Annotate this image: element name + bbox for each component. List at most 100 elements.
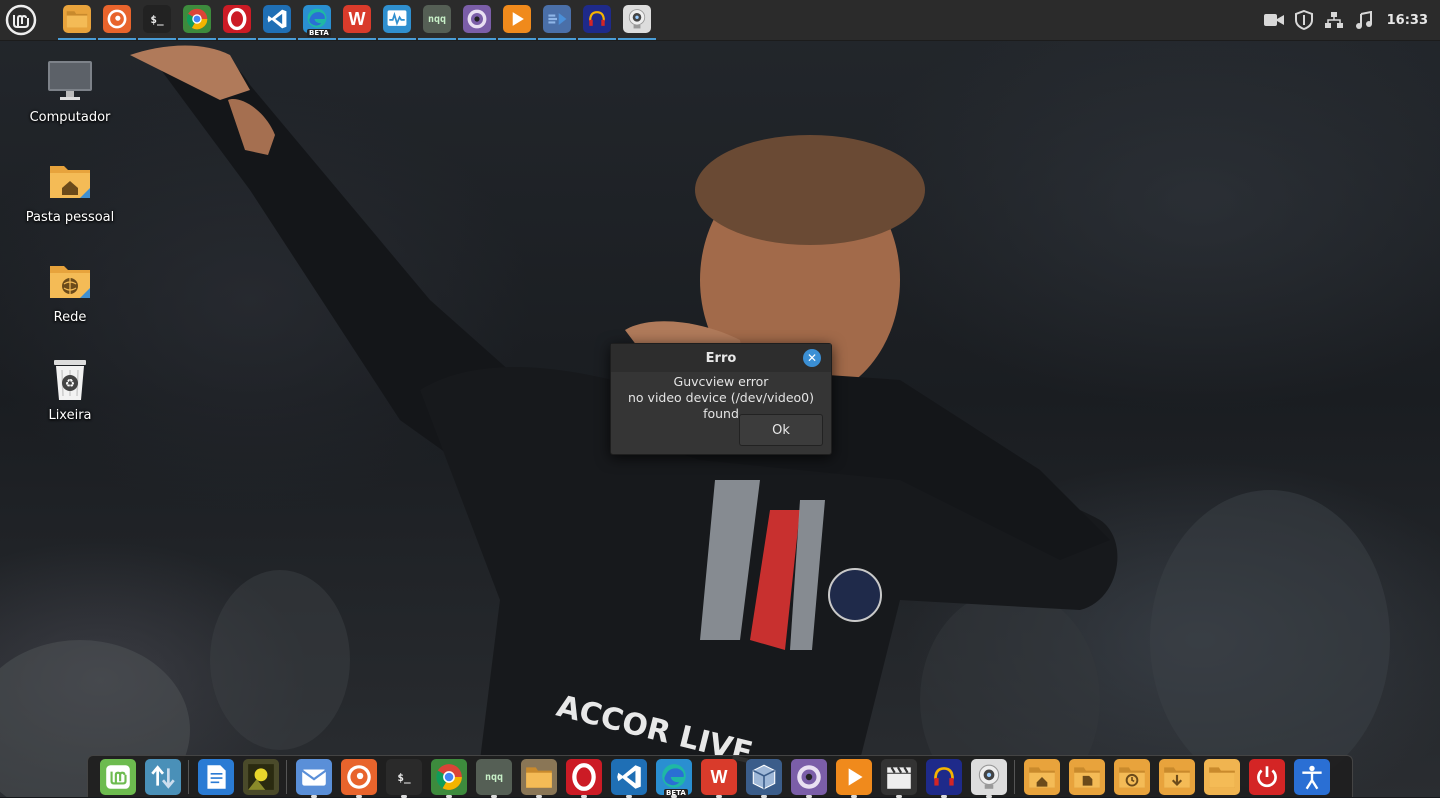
desktop-icon-trash[interactable]: ♻ Lixeira [15,356,125,423]
launcher-firefox[interactable] [98,0,136,40]
dock-item-vlc-player[interactable] [836,759,872,798]
launcher-vscode[interactable] [258,0,296,40]
dock-item-edge-beta[interactable]: BETA [656,759,692,798]
launcher-guvcview[interactable] [618,0,656,40]
dock-item-documents-folder[interactable] [1069,759,1105,795]
dock-item-downloads-folder[interactable] [1159,759,1195,795]
folder-icon [63,5,91,33]
dock-item-opera[interactable] [566,759,602,798]
recent-folder-icon [1117,762,1147,792]
desktop-icon-label: Rede [53,310,87,325]
downloads-folder-icon [1162,762,1192,792]
folder-icon [524,762,554,792]
dock-separator [286,760,287,794]
power-icon [1252,762,1282,792]
dock-item-home-folder[interactable] [1024,759,1060,795]
audio-icon [543,5,571,33]
document-icon [201,762,231,792]
camera-icon[interactable] [1263,9,1285,31]
dock-separator [1014,760,1015,794]
clapper-icon [884,762,914,792]
webcam-icon [623,5,651,33]
webcamoid-icon [794,762,824,792]
launcher-files[interactable] [58,0,96,40]
dock-item-nqq[interactable]: nqq [476,759,512,798]
folder-icon [1207,762,1237,792]
dock-item-webcamoid[interactable] [791,759,827,798]
dock-separator [188,760,189,794]
ok-button[interactable]: Ok [739,414,823,446]
edge-beta-icon [659,762,689,792]
dock-item-chrome[interactable] [431,759,467,798]
monitor-icon [383,5,411,33]
dock-item-files[interactable] [521,759,557,798]
launcher-wps-office[interactable]: W [338,0,376,40]
network-icon[interactable] [1323,9,1345,31]
dock-item-recent-folder[interactable] [1114,759,1150,795]
computer-icon [46,58,94,106]
home-folder-icon [1027,762,1057,792]
launcher-system-monitor[interactable] [378,0,416,40]
launcher-chrome[interactable] [178,0,216,40]
dock-item-wps-office[interactable]: W [701,759,737,798]
shield-icon[interactable] [1293,9,1315,31]
desktop-icon-label: Pasta pessoal [25,210,115,225]
launcher-headset-app[interactable] [578,0,616,40]
firefox-icon [344,762,374,792]
network-folder-icon [46,258,94,306]
dock-item-firefox[interactable] [341,759,377,798]
linux-mint-menu-icon[interactable] [5,4,37,36]
launcher-webcamoid[interactable] [458,0,496,40]
documents-folder-icon [1072,762,1102,792]
launcher-nqq[interactable]: nqq [418,0,456,40]
dock-item-mail[interactable] [296,759,332,798]
webcam-icon [974,762,1004,792]
update-icon [148,762,178,792]
virtualbox-icon [749,762,779,792]
desktop-icon-network[interactable]: Rede [15,258,125,325]
desktop-icon-label: Lixeira [48,408,92,423]
beta-badge: BETA [307,29,331,37]
dock-item-virtualbox[interactable] [746,759,782,798]
close-icon[interactable]: ✕ [803,349,821,367]
dock-item-video-editor[interactable] [881,759,917,798]
svg-text:♻: ♻ [65,377,75,390]
dock-item-guvcview[interactable] [971,759,1007,798]
clock[interactable]: 16:33 [1387,13,1428,28]
headset-icon [583,5,611,33]
terminal-icon: $_ [143,5,171,33]
dock-item-vscode[interactable] [611,759,647,798]
opera-icon [223,5,251,33]
launcher-opera[interactable] [218,0,256,40]
dock-item-mint-menu[interactable] [100,759,136,795]
wps-icon: W [710,766,728,787]
launcher-audio-tool[interactable] [538,0,576,40]
nqq-icon: nqq [484,771,504,783]
system-tray: 16:33 [1259,0,1440,40]
mint-icon [103,762,133,792]
dock: $_ nqq BETA W [87,755,1353,798]
dock-item-image-viewer[interactable] [243,759,279,795]
desktop-icon-computer[interactable]: Computador [15,58,125,125]
chrome-icon [434,762,464,792]
play-icon [503,5,531,33]
top-panel: $_ BETA Wnqq 16:33 [0,0,1440,41]
firefox-icon [103,5,131,33]
launcher-vlc-player[interactable] [498,0,536,40]
chrome-icon [183,5,211,33]
music-icon[interactable] [1353,9,1375,31]
dock-item-folder[interactable] [1204,759,1240,795]
launcher-terminal[interactable]: $_ [138,0,176,40]
dock-item-document-viewer[interactable] [198,759,234,795]
edge-beta-icon: BETA [303,5,331,37]
dock-item-terminal[interactable]: $_ [386,759,422,798]
dock-item-accessibility[interactable] [1294,759,1330,795]
launcher-edge-beta[interactable]: BETA [298,0,336,40]
nqq-icon: nqq [423,5,451,33]
desktop-icon-home[interactable]: Pasta pessoal [15,158,125,225]
dock-item-headset-app[interactable] [926,759,962,798]
accessibility-icon [1297,762,1327,792]
dock-item-shutdown[interactable] [1249,759,1285,795]
dialog-titlebar[interactable]: Erro ✕ [611,344,831,372]
dock-item-update-manager[interactable] [145,759,181,795]
